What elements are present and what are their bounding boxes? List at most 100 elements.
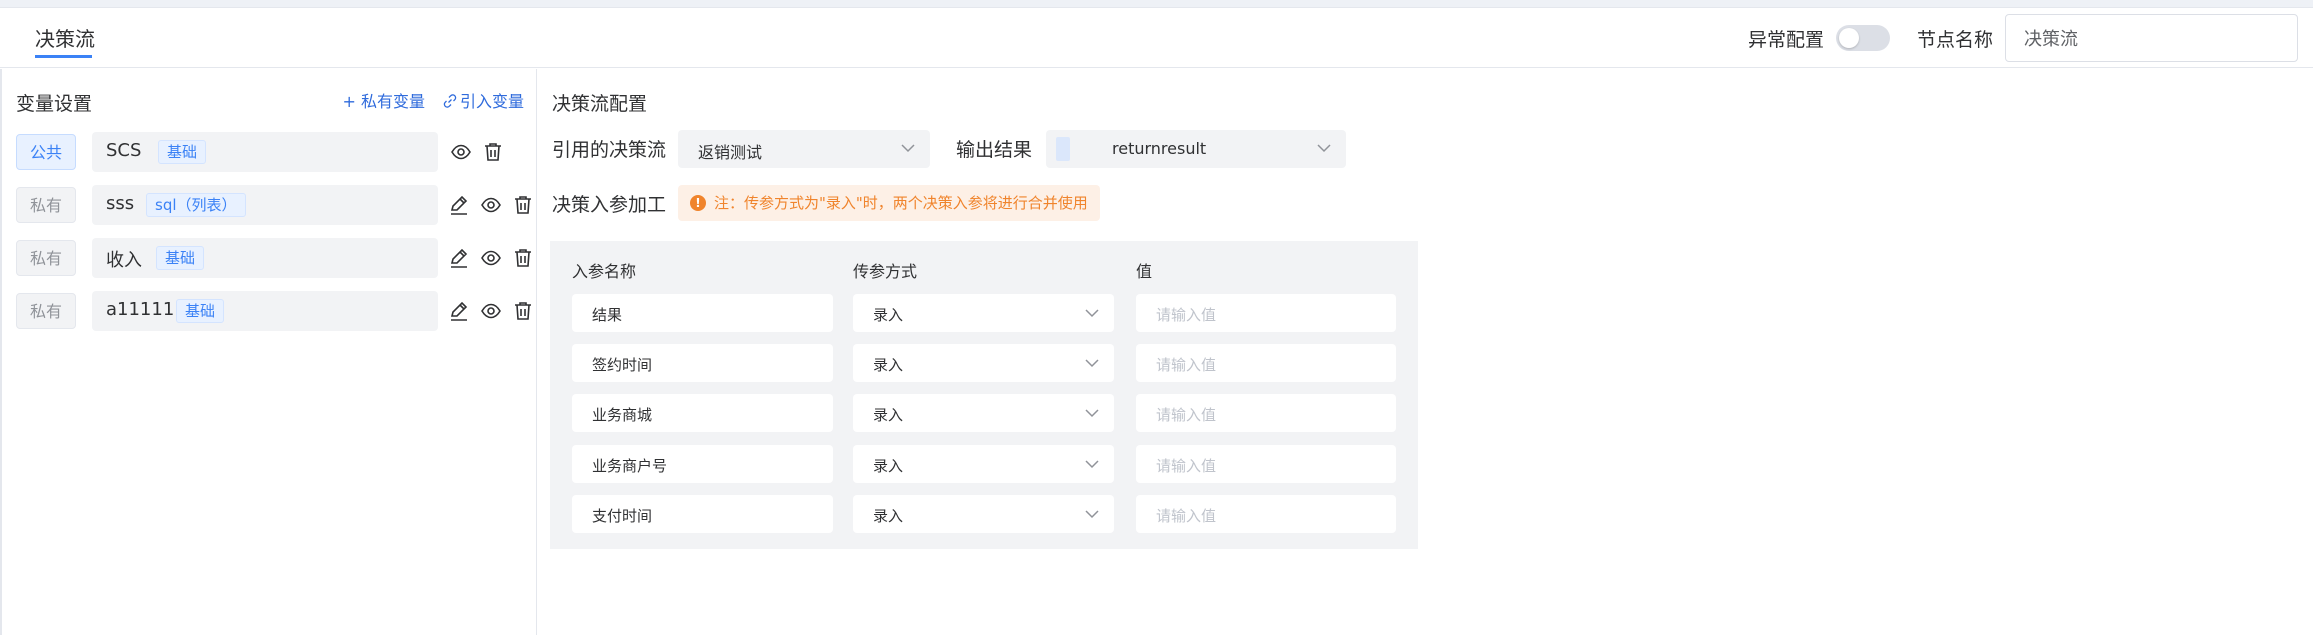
exception-config-label: 异常配置 — [1748, 29, 1825, 51]
param-mode-select[interactable]: 录入 — [853, 344, 1114, 382]
warning-icon: ! — [690, 195, 706, 211]
node-name-label: 节点名称 — [1917, 29, 1994, 51]
chevron-down-icon — [901, 144, 915, 153]
scope-badge: 私有 — [16, 240, 76, 276]
tab-decision-flow[interactable]: 决策流 — [35, 23, 95, 52]
chevron-down-icon — [1085, 510, 1099, 519]
top-strip — [0, 0, 2313, 8]
import-variable-label: 引入变量 — [459, 92, 524, 111]
param-value-input[interactable]: 请输入值 — [1136, 344, 1396, 382]
param-value-input[interactable]: 请输入值 — [1136, 394, 1396, 432]
variable-panel: 变量设置 + 私有变量 引入变量 公共 SCS 基础 私有 sss sql（列表… — [0, 69, 537, 635]
row-icons — [450, 141, 504, 163]
param-processing-label: 决策入参加工 — [552, 194, 667, 216]
row-icons — [448, 247, 534, 269]
param-name: 签约时间 — [592, 356, 653, 374]
variable-name: SCS — [106, 140, 142, 161]
param-mode: 录入 — [873, 306, 904, 324]
variable-box[interactable]: a11111 基础 — [92, 291, 438, 331]
column-header: 入参名称 — [572, 262, 637, 281]
output-result-label: 输出结果 — [956, 139, 1033, 161]
param-table: 入参名称 传参方式 值 结果 录入 请输入值 签约时间 录入 请输入值 业务商城… — [550, 241, 1418, 549]
scope-badge: 私有 — [16, 293, 76, 329]
node-name-input[interactable] — [2005, 14, 2298, 62]
param-value-input[interactable]: 请输入值 — [1136, 445, 1396, 483]
param-name: 结果 — [592, 306, 623, 324]
trash-icon[interactable] — [512, 247, 534, 269]
param-mode-select[interactable]: 录入 — [853, 495, 1114, 533]
row-icons — [448, 300, 534, 322]
variable-settings-title: 变量设置 — [16, 93, 93, 115]
exception-config-switch[interactable] — [1836, 25, 1890, 51]
eye-icon[interactable] — [450, 141, 472, 163]
variable-box[interactable]: 收入 基础 — [92, 238, 438, 278]
edit-icon[interactable] — [448, 300, 470, 322]
scope-badge: 私有 — [16, 187, 76, 223]
param-mode-select[interactable]: 录入 — [853, 294, 1114, 332]
variable-box[interactable]: SCS 基础 — [92, 132, 438, 172]
variable-type-tag: sql（列表） — [146, 193, 246, 217]
column-header: 传参方式 — [853, 262, 918, 281]
variable-name: 收入 — [106, 250, 142, 271]
decision-flow-config-title: 决策流配置 — [552, 93, 648, 115]
param-mode-select[interactable]: 录入 — [853, 445, 1114, 483]
param-name-cell: 业务商户号 — [572, 445, 833, 483]
param-name-cell: 结果 — [572, 294, 833, 332]
add-private-variable-button[interactable]: + 私有变量 — [342, 88, 425, 112]
variable-box[interactable]: sss sql（列表） — [92, 185, 438, 225]
variable-row: 私有 sss sql（列表） — [16, 185, 531, 225]
param-mode-select[interactable]: 录入 — [853, 394, 1114, 432]
variable-row: 公共 SCS 基础 — [16, 132, 528, 172]
param-mode: 录入 — [873, 457, 904, 475]
link-icon — [443, 94, 457, 108]
output-color-block — [1056, 137, 1070, 161]
param-value-input[interactable]: 请输入值 — [1136, 294, 1396, 332]
variable-type-tag: 基础 — [176, 299, 225, 323]
output-result-value: returnresult — [1112, 139, 1207, 158]
param-name: 业务商户号 — [592, 457, 668, 475]
param-name-cell: 业务商城 — [572, 394, 833, 432]
variable-actions: + 私有变量 引入变量 — [342, 88, 524, 112]
import-variable-button[interactable]: 引入变量 — [443, 88, 524, 112]
edit-icon[interactable] — [448, 194, 470, 216]
param-name-cell: 支付时间 — [572, 495, 833, 533]
param-value-input[interactable]: 请输入值 — [1136, 495, 1396, 533]
row-icons — [448, 194, 534, 216]
active-tab-indicator — [35, 55, 92, 58]
eye-icon[interactable] — [480, 247, 502, 269]
chevron-down-icon — [1085, 309, 1099, 318]
chevron-down-icon — [1085, 359, 1099, 368]
param-mode: 录入 — [873, 507, 904, 525]
chevron-down-icon — [1085, 409, 1099, 418]
variable-type-tag: 基础 — [158, 140, 207, 164]
trash-icon[interactable] — [512, 300, 534, 322]
param-value-placeholder: 请输入值 — [1156, 306, 1217, 324]
param-name: 业务商城 — [592, 406, 653, 424]
variable-row: 私有 a11111 基础 — [16, 291, 531, 331]
merge-note-text: 注：传参方式为"录入"时，两个决策入参将进行合并使用 — [714, 194, 1088, 212]
param-value-placeholder: 请输入值 — [1156, 457, 1217, 475]
param-mode: 录入 — [873, 406, 904, 424]
referenced-flow-label: 引用的决策流 — [552, 139, 667, 161]
variable-name: a11111 — [106, 299, 175, 320]
param-name-cell: 签约时间 — [572, 344, 833, 382]
eye-icon[interactable] — [480, 300, 502, 322]
param-value-placeholder: 请输入值 — [1156, 356, 1217, 374]
param-value-placeholder: 请输入值 — [1156, 406, 1217, 424]
trash-icon[interactable] — [512, 194, 534, 216]
header: 决策流 异常配置 节点名称 — [0, 8, 2313, 68]
referenced-flow-value: 返销测试 — [698, 143, 763, 162]
trash-icon[interactable] — [482, 141, 504, 163]
variable-name: sss — [106, 193, 135, 214]
scope-badge: 公共 — [16, 134, 76, 170]
switch-knob — [1839, 28, 1859, 48]
param-value-placeholder: 请输入值 — [1156, 507, 1217, 525]
param-name: 支付时间 — [592, 507, 653, 525]
variable-type-tag: 基础 — [156, 246, 205, 270]
edit-icon[interactable] — [448, 247, 470, 269]
output-result-select[interactable]: returnresult — [1046, 130, 1346, 168]
referenced-flow-select[interactable]: 返销测试 — [678, 130, 930, 168]
column-header: 值 — [1136, 262, 1153, 281]
chevron-down-icon — [1317, 144, 1331, 153]
eye-icon[interactable] — [480, 194, 502, 216]
